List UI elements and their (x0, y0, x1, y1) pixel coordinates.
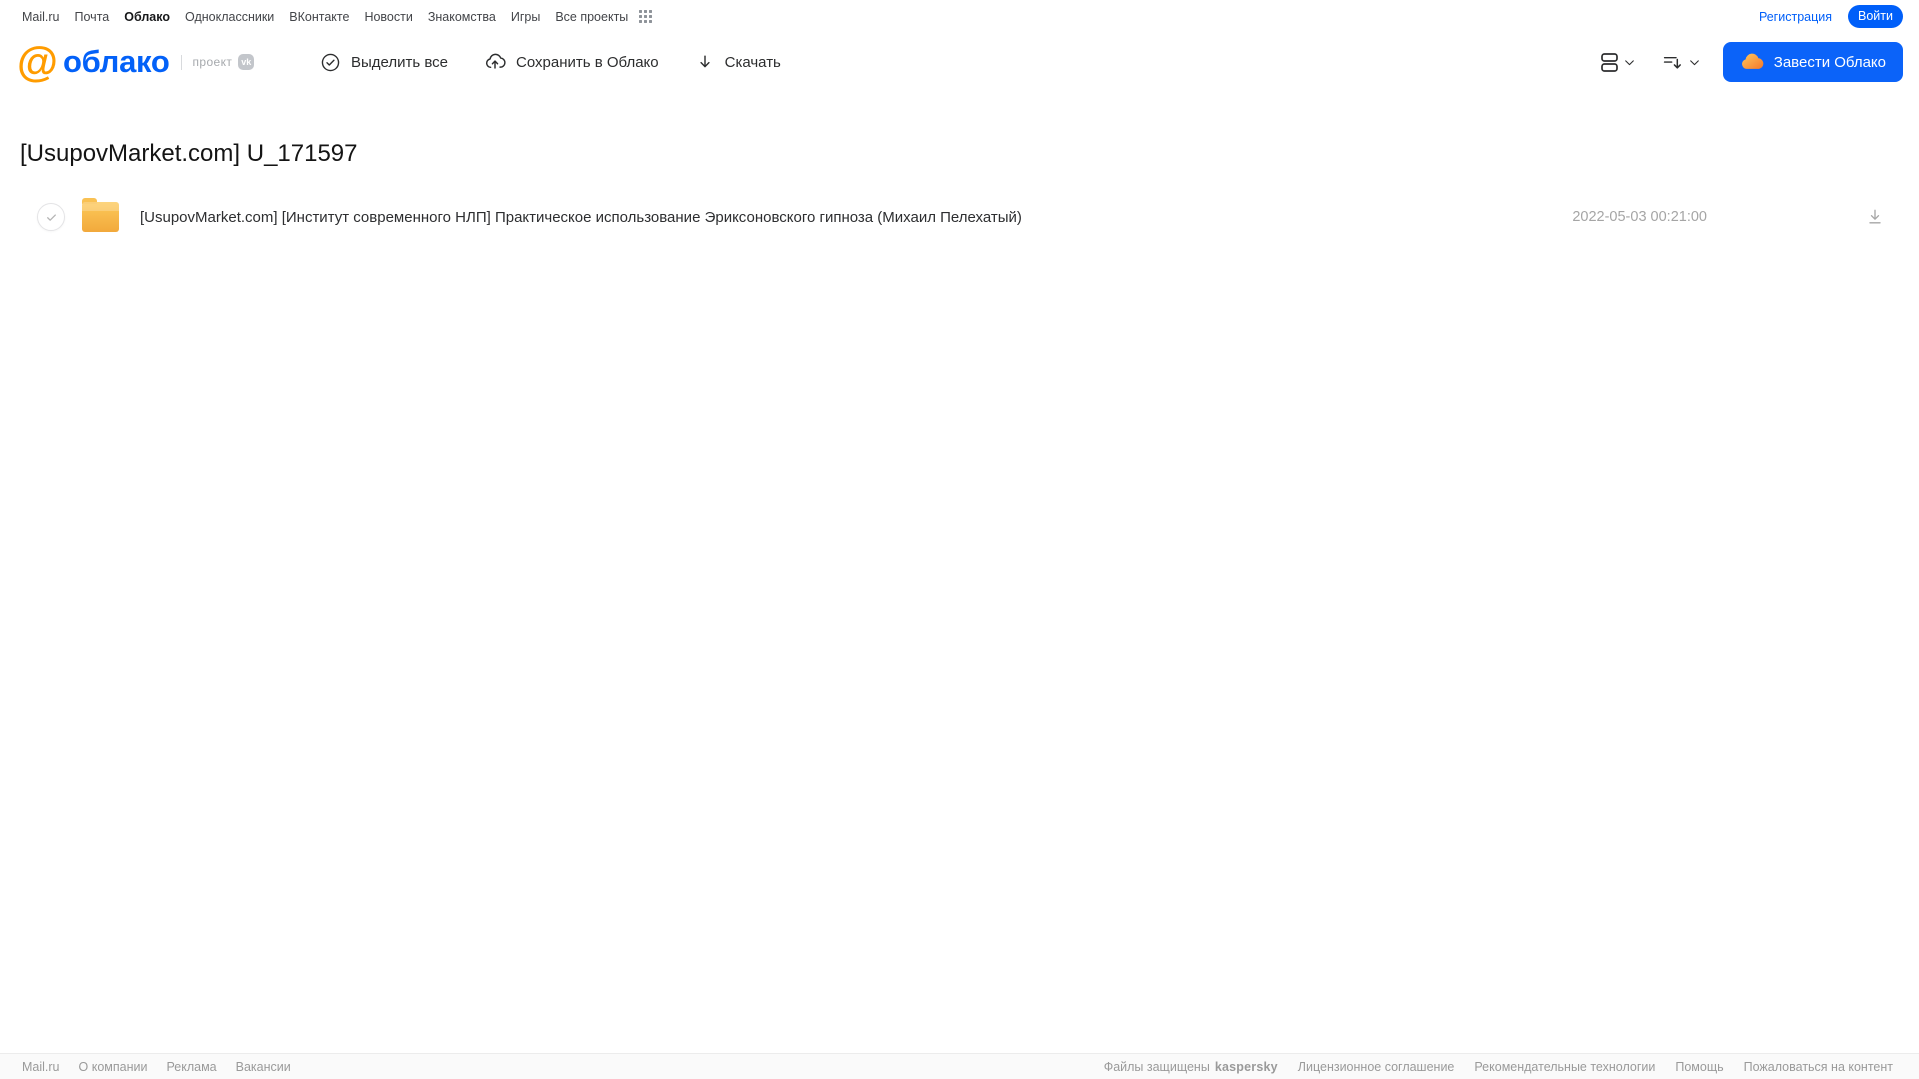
select-all-label: Выделить все (351, 53, 449, 71)
save-to-cloud-button[interactable]: Сохранить в Облако (484, 51, 659, 73)
nav-item-mailru[interactable]: Mail.ru (22, 10, 60, 24)
footer-link-report[interactable]: Пожаловаться на контент (1744, 1060, 1893, 1074)
cloud-icon (1740, 50, 1764, 74)
footer-link-ads[interactable]: Реклама (166, 1060, 216, 1074)
folder-icon (82, 198, 119, 232)
sort-icon (1662, 52, 1683, 73)
logo-separator (181, 54, 183, 70)
check-circle-icon (320, 52, 341, 73)
page-title: [UsupovMarket.com] U_171597 (20, 140, 358, 168)
header-right-controls: Завести Облако (1600, 33, 1903, 91)
cloud-header: @ облако проект vk Выделить все Сохранит… (0, 33, 1919, 91)
nav-item-odnoklassniki[interactable]: Одноклассники (185, 10, 274, 24)
footer-link-company[interactable]: О компании (79, 1060, 148, 1074)
view-mode-icon (1600, 52, 1618, 73)
download-label: Скачать (724, 53, 781, 71)
view-mode-dropdown[interactable] (1600, 52, 1636, 73)
download-icon (695, 52, 715, 72)
kaspersky-protection: Файлы защищены kaspersky (1104, 1060, 1278, 1074)
select-all-button[interactable]: Выделить все (320, 52, 448, 73)
page-footer: Mail.ru О компании Реклама Вакансии Файл… (0, 1053, 1919, 1079)
chevron-down-icon (1688, 56, 1701, 69)
footer-link-recommendations[interactable]: Рекомендательные технологии (1474, 1060, 1655, 1074)
footer-link-jobs[interactable]: Вакансии (236, 1060, 291, 1074)
footer-link-license[interactable]: Лицензионное соглашение (1298, 1060, 1455, 1074)
get-cloud-button[interactable]: Завести Облако (1722, 42, 1903, 82)
sort-dropdown[interactable] (1662, 52, 1701, 73)
get-cloud-label: Завести Облако (1773, 53, 1886, 71)
download-arrow-icon (1865, 207, 1885, 227)
nav-item-vkontakte[interactable]: ВКонтакте (289, 10, 349, 24)
cloud-upload-icon (484, 51, 506, 73)
row-download-button[interactable] (1865, 207, 1885, 227)
cloud-logo[interactable]: @ облако проект vk (17, 38, 255, 85)
logo-product-name: облако (62, 44, 170, 79)
footer-left-links: Mail.ru О компании Реклама Вакансии (22, 1060, 291, 1074)
footer-link-mailru[interactable]: Mail.ru (22, 1060, 60, 1074)
nav-item-oblako[interactable]: Облако (124, 10, 170, 24)
at-logo-icon: @ (17, 38, 58, 85)
login-button[interactable]: Войти (1848, 5, 1903, 28)
footer-link-help[interactable]: Помощь (1675, 1060, 1723, 1074)
kaspersky-logo[interactable]: kaspersky (1215, 1060, 1278, 1074)
file-name-link[interactable]: [UsupovMarket.com] [Институт современног… (140, 209, 1572, 226)
save-to-cloud-label: Сохранить в Облако (516, 53, 659, 71)
portal-nav-links: Mail.ru Почта Облако Одноклассники ВКонт… (22, 10, 653, 24)
nav-item-pochta[interactable]: Почта (75, 10, 110, 24)
nav-item-all-projects[interactable]: Все проекты (555, 10, 628, 24)
logo-project-label: проект (192, 55, 233, 69)
nav-item-novosti[interactable]: Новости (364, 10, 412, 24)
file-row[interactable]: [UsupovMarket.com] [Институт современног… (0, 197, 1919, 237)
nav-item-igry[interactable]: Игры (511, 10, 540, 24)
file-toolbar: Выделить все Сохранить в Облако Скачать (320, 33, 781, 91)
chevron-down-icon (1623, 56, 1636, 69)
nav-item-znakomstva[interactable]: Знакомства (428, 10, 496, 24)
download-button[interactable]: Скачать (695, 52, 781, 72)
checkbox-check-icon (45, 211, 58, 224)
protected-by-label: Файлы защищены (1103, 1059, 1210, 1074)
portal-nav: Mail.ru Почта Облако Одноклассники ВКонт… (0, 0, 1919, 33)
row-checkbox[interactable] (37, 203, 65, 231)
vk-badge-icon: vk (238, 54, 255, 70)
file-modified-date: 2022-05-03 00:21:00 (1572, 209, 1707, 225)
portal-nav-auth: Регистрация Войти (1759, 5, 1903, 28)
footer-right-links: Файлы защищены kaspersky Лицензионное со… (1104, 1060, 1893, 1074)
apps-grid-icon[interactable] (639, 10, 653, 23)
registration-link[interactable]: Регистрация (1759, 10, 1832, 24)
